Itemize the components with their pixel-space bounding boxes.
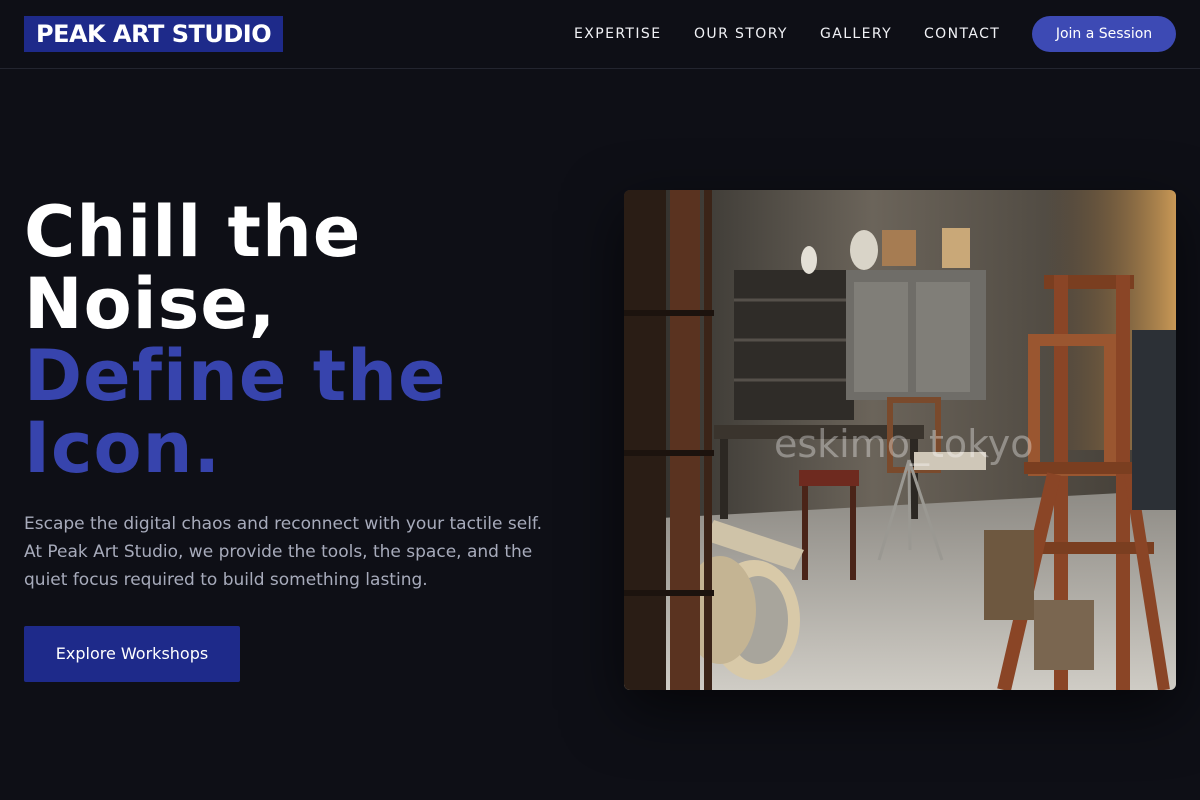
nav-link-contact[interactable]: CONTACT [924,24,1000,44]
hero-title-line: Chill the [24,191,362,273]
studio-photo: eskimo_tokyo [624,190,1176,690]
nav-link-expertise[interactable]: EXPERTISE [574,24,661,44]
nav-link-our-story[interactable]: OUR STORY [694,24,788,44]
image-watermark: eskimo_tokyo [774,422,1034,466]
hero-title-accent-line: Icon. [24,407,222,489]
brand-logo[interactable]: PEAK ART STUDIO [24,16,284,52]
hero-title: Chill the Noise, Define the Icon. [24,196,584,484]
hero-title-line: Noise, [24,263,277,345]
nav-link-gallery[interactable]: GALLERY [820,24,892,44]
explore-workshops-button[interactable]: Explore Workshops [24,626,240,682]
hero-title-accent-line: Define the [24,335,447,417]
hero-description: Escape the digital chaos and reconnect w… [24,514,543,590]
site-header: PEAK ART STUDIO EXPERTISE OUR STORY GALL… [0,0,1200,69]
join-session-button[interactable]: Join a Session [1032,16,1176,52]
